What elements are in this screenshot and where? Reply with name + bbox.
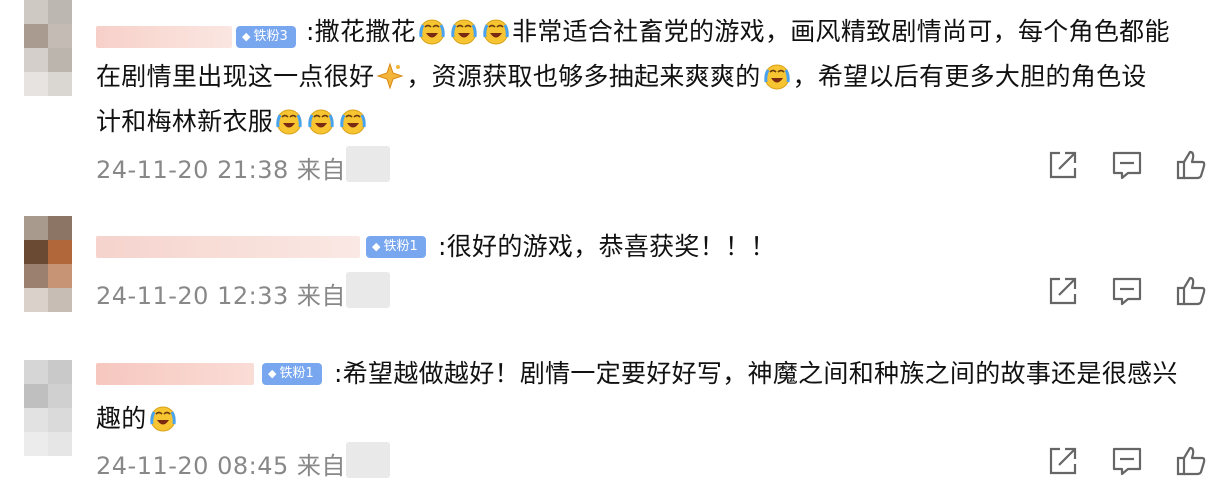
crying-laughing-emoji-icon <box>450 17 478 45</box>
crying-laughing-emoji-icon <box>339 107 367 135</box>
comment-text: 在剧情里出现这一点很好 ，资源获取也够多抽起来爽爽的 ，希望以后有更多大胆的角色设 <box>96 62 1147 91</box>
avatar[interactable] <box>24 0 72 96</box>
fan-badge-label: 铁粉1 <box>279 366 314 381</box>
comment-actions <box>1046 274 1208 308</box>
source-device <box>346 272 390 308</box>
crying-laughing-emoji-icon <box>763 62 791 90</box>
crying-laughing-emoji-icon <box>482 17 510 45</box>
comment-meta: 24-11-20 08:45 来自 <box>96 446 346 481</box>
username[interactable] <box>96 26 232 48</box>
fan-badge-label: 铁粉1 <box>383 239 418 254</box>
comment-text: :很好的游戏，恭喜获奖！！！ <box>438 232 776 261</box>
timestamp: 24-11-20 21:38 <box>96 156 289 184</box>
comment-text: :希望越做越好！剧情一定要好好写，神魔之间和种族之间的故事还是很感兴 <box>334 359 1178 388</box>
like-icon[interactable] <box>1174 274 1208 308</box>
comment-icon[interactable] <box>1110 444 1144 478</box>
avatar[interactable] <box>24 216 72 312</box>
comment-meta: 24-11-20 21:38 来自 <box>96 150 346 185</box>
timestamp: 24-11-20 12:33 <box>96 282 289 310</box>
like-icon[interactable] <box>1174 148 1208 182</box>
comment-text: :撒花撒花 非常适合社畜党的游戏，画风精致剧情尚可，每个角色都能 <box>306 17 1170 46</box>
sparkle-emoji-icon <box>376 62 404 90</box>
comment-actions <box>1046 444 1208 478</box>
diamond-icon: ◆ <box>268 367 277 380</box>
username[interactable] <box>96 236 360 258</box>
crying-laughing-emoji-icon <box>418 17 446 45</box>
share-icon[interactable] <box>1046 274 1080 308</box>
crying-laughing-emoji-icon <box>275 107 303 135</box>
source-label: 来自 <box>296 452 346 480</box>
diamond-icon: ◆ <box>242 30 251 43</box>
share-icon[interactable] <box>1046 148 1080 182</box>
comment-text: 计和梅林新衣服 <box>96 99 369 144</box>
timestamp: 24-11-20 08:45 <box>96 452 289 480</box>
share-icon[interactable] <box>1046 444 1080 478</box>
crying-laughing-emoji-icon <box>149 404 177 432</box>
comment-meta: 24-11-20 12:33 来自 <box>96 276 346 311</box>
source-label: 来自 <box>296 282 346 310</box>
comment-item: ◆ 铁粉3 :撒花撒花 非常适合社畜党的游戏，画风精致剧情尚可，每个角色都能 在剧… <box>0 0 1214 200</box>
username[interactable] <box>96 363 254 385</box>
fan-badge[interactable]: ◆ 铁粉1 <box>366 236 426 258</box>
comment-item: ◆ 铁粉1 :很好的游戏，恭喜获奖！！！ 24-11-20 12:33 来自 <box>0 200 1214 340</box>
comment-item: ◆ 铁粉1 :希望越做越好！剧情一定要好好写，神魔之间和种族之间的故事还是很感兴… <box>0 340 1214 480</box>
comment-icon[interactable] <box>1110 148 1144 182</box>
comment-actions <box>1046 148 1208 182</box>
fan-badge[interactable]: ◆ 铁粉1 <box>262 363 322 385</box>
source-device <box>346 146 390 182</box>
source-device <box>346 442 390 478</box>
avatar[interactable] <box>24 360 72 456</box>
source-label: 来自 <box>296 156 346 184</box>
diamond-icon: ◆ <box>372 240 381 253</box>
crying-laughing-emoji-icon <box>307 107 335 135</box>
comment-text: 趣的 <box>96 396 179 441</box>
comment-icon[interactable] <box>1110 274 1144 308</box>
fan-badge-label: 铁粉3 <box>253 29 288 44</box>
fan-badge[interactable]: ◆ 铁粉3 <box>236 26 296 48</box>
like-icon[interactable] <box>1174 444 1208 478</box>
